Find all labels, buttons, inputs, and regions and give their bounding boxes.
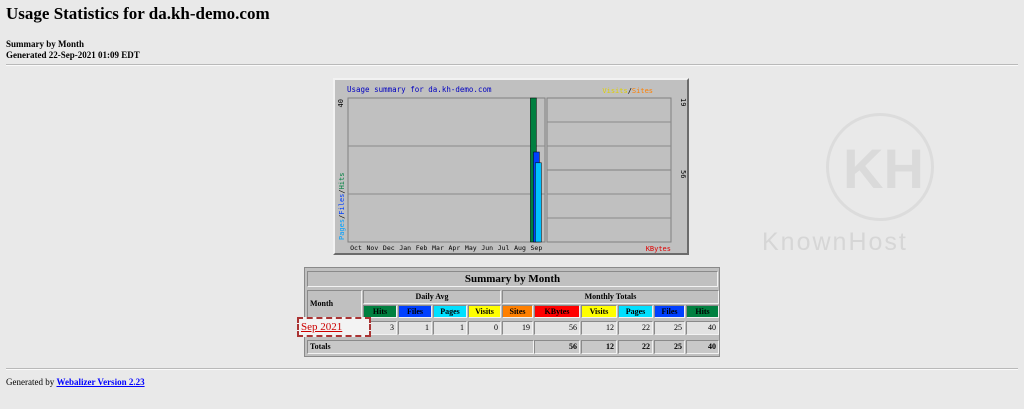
col-header-files: Files bbox=[398, 305, 432, 318]
month-label: May bbox=[465, 244, 477, 252]
bar-pages-sep bbox=[535, 162, 542, 243]
month-header: Month bbox=[307, 290, 362, 318]
right-top-plot-area bbox=[546, 97, 672, 171]
total-files: 25 bbox=[654, 340, 685, 354]
knownhost-watermark-logo: KH bbox=[826, 113, 934, 221]
generated-timestamp: Generated 22-Sep-2021 01:09 EDT bbox=[6, 50, 140, 60]
cell-visits: 0 bbox=[468, 321, 501, 335]
legend-files: Files bbox=[338, 194, 346, 215]
col-header-pages: Pages bbox=[433, 305, 467, 318]
col-header-hits: Hits bbox=[686, 305, 719, 318]
month-link-sep-2021[interactable]: Sep 2021 bbox=[297, 317, 371, 337]
col-header-kbytes: KBytes bbox=[534, 305, 580, 318]
cell-pages: 1 bbox=[433, 321, 467, 335]
summary-by-month-table: Summary by Month Month Daily Avg Monthly… bbox=[304, 267, 720, 357]
right-bottom-plot-area bbox=[546, 169, 672, 243]
col-header-pages: Pages bbox=[618, 305, 653, 318]
legend-sites: Sites bbox=[632, 87, 653, 95]
top-divider bbox=[6, 64, 1018, 66]
left-axis-label: Pages/Files/Hits bbox=[338, 173, 346, 240]
monthly-totals-header: Monthly Totals bbox=[502, 290, 719, 304]
right-top-axis-max: 19 bbox=[679, 98, 687, 106]
month-link-text[interactable]: Sep 2021 bbox=[301, 321, 342, 333]
month-label: Oct bbox=[350, 244, 362, 252]
totals-label: Totals bbox=[307, 340, 534, 354]
total-kbytes: 56 bbox=[534, 340, 580, 354]
cell-files: 1 bbox=[398, 321, 432, 335]
cell-files: 25 bbox=[654, 321, 685, 335]
watermark-logo-text: KH bbox=[843, 137, 924, 200]
cell-sites: 19 bbox=[502, 321, 533, 335]
legend-hits: Hits bbox=[338, 173, 346, 190]
webalizer-link[interactable]: Webalizer Version 2.23 bbox=[56, 377, 144, 387]
col-header-visits: Visits bbox=[581, 305, 617, 318]
cell-visits: 12 bbox=[581, 321, 617, 335]
col-header-sites: Sites bbox=[502, 305, 533, 318]
month-label: Jun bbox=[481, 244, 493, 252]
col-header-visits: Visits bbox=[468, 305, 501, 318]
month-label: Jul bbox=[498, 244, 510, 252]
month-label: Nov bbox=[367, 244, 379, 252]
usage-summary-graph: Oct Nov Dec Jan Feb Mar Apr May Jun Jul Aug Sep Usa… bbox=[333, 78, 689, 255]
footer: Generated by Webalizer Version 2.23 bbox=[6, 377, 145, 387]
page-title: Usage Statistics for da.kh-demo.com bbox=[6, 4, 270, 23]
month-label: Sep bbox=[531, 244, 543, 252]
cell-hits: 40 bbox=[686, 321, 719, 335]
total-visits: 12 bbox=[581, 340, 617, 354]
month-label: Dec bbox=[383, 244, 395, 252]
legend-visits: Visits bbox=[602, 87, 627, 95]
usage-graph-canvas: Oct Nov Dec Jan Feb Mar Apr May Jun Jul Aug Sep Usa… bbox=[337, 85, 687, 253]
month-label: Feb bbox=[416, 244, 428, 252]
left-plot-area bbox=[347, 97, 546, 243]
daily-avg-header: Daily Avg bbox=[363, 290, 501, 304]
bottom-divider bbox=[6, 368, 1018, 370]
right-bottom-axis-max: 56 bbox=[679, 170, 687, 178]
total-hits: 40 bbox=[686, 340, 719, 354]
month-label: Jan bbox=[399, 244, 411, 252]
knownhost-watermark-text: KnownHost bbox=[762, 228, 908, 256]
total-pages: 22 bbox=[618, 340, 653, 354]
summary-table-title: Summary by Month bbox=[307, 271, 718, 287]
right-bottom-legend-kbytes: KBytes bbox=[646, 245, 671, 253]
cell-pages: 22 bbox=[618, 321, 653, 335]
month-label: Mar bbox=[432, 244, 444, 252]
graph-title: Usage summary for da.kh-demo.com bbox=[347, 85, 492, 94]
cell-kbytes: 56 bbox=[534, 321, 580, 335]
right-top-legend: Visits/Sites bbox=[602, 87, 653, 95]
col-header-files: Files bbox=[654, 305, 685, 318]
left-axis-max: 40 bbox=[337, 99, 345, 107]
page-subtitle: Summary by Month bbox=[6, 39, 85, 49]
legend-pages: Pages bbox=[338, 219, 346, 240]
month-label: Apr bbox=[449, 244, 461, 252]
footer-prefix: Generated by bbox=[6, 377, 57, 387]
month-label: Aug bbox=[514, 244, 526, 252]
